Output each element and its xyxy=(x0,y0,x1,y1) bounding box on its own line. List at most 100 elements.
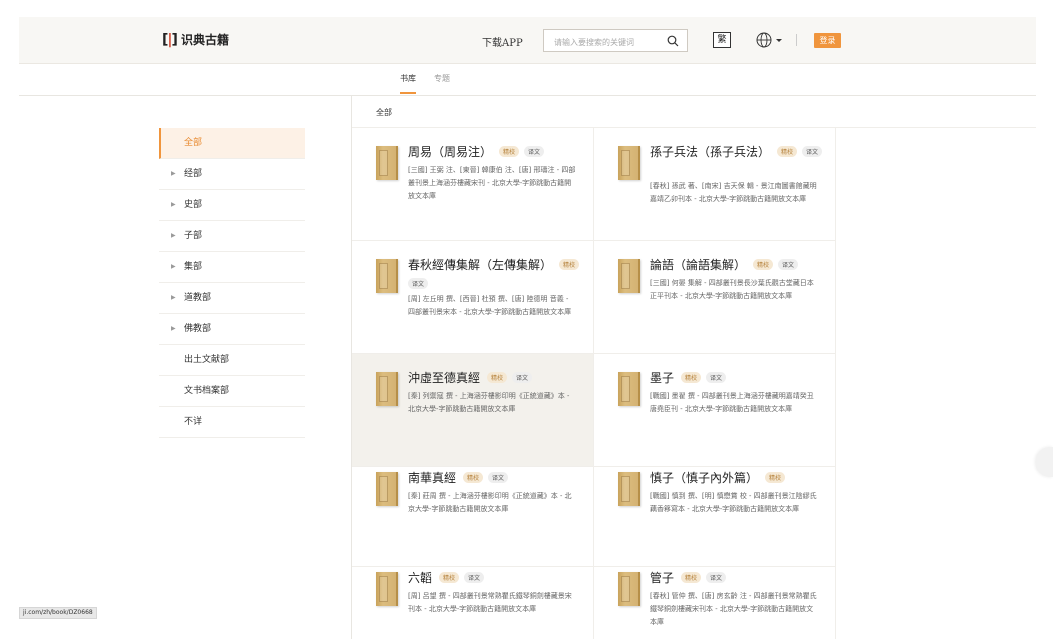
book-description: [戰國] 慎到 撰、[明] 慎懋賞 校 - 四部叢刊景江陰繆氏藕香簃寫本 - 北… xyxy=(650,492,817,513)
language-globe-icon[interactable] xyxy=(755,30,783,50)
book-card[interactable]: 周易（周易注） 精校 译文 [三國] 王弼 注、[東晉] 韓康伯 注、[唐] 邢… xyxy=(352,128,594,241)
proofread-tag: 精校 xyxy=(681,572,702,583)
logo-text: 识典古籍 xyxy=(180,33,229,47)
proofread-tag: 精校 xyxy=(487,372,508,383)
book-description: [秦] 莊周 撰 - 上海涵芬樓影印明《正統道藏》本 - 北京大學-字節跳動古籍… xyxy=(408,492,572,513)
book-cover-icon xyxy=(618,146,640,180)
search-icon[interactable] xyxy=(667,35,679,47)
book-description: [三國] 何晏 集解 - 四部叢刊景長沙葉氏觀古堂藏日本正平刊本 - 北京大學-… xyxy=(650,279,814,300)
translation-tag: 译文 xyxy=(802,146,823,157)
book-description: [周] 呂望 撰 - 四部叢刊景常熟瞿氏鐵琴銅劍樓藏景宋刊本 - 北京大學-字節… xyxy=(408,592,572,613)
proofread-tag: 精校 xyxy=(463,472,484,483)
site-logo[interactable]: [|] 识典古籍 xyxy=(162,31,229,48)
book-cover-icon xyxy=(618,259,640,293)
book-cover-icon xyxy=(376,572,398,606)
caret-right-icon: ▶ xyxy=(171,294,176,301)
sidebar-item-label: 子部 xyxy=(184,231,203,241)
sidebar-item-shi[interactable]: ▶ 史部 xyxy=(159,190,305,221)
book-card[interactable]: 墨子 精校 译文 [戰國] 墨翟 撰 - 四部叢刊景上海涵芬樓藏明嘉靖癸丑唐堯臣… xyxy=(594,354,836,467)
book-card[interactable]: 管子 精校 译文 [春秋] 管仲 撰、[唐] 房玄齡 注 - 四部叢刊景常熟瞿氏… xyxy=(594,554,836,639)
sidebar-item-all[interactable]: 全部 xyxy=(159,128,305,159)
book-title-row: 墨子 精校 译文 xyxy=(650,369,823,386)
traditional-chinese-toggle[interactable]: 繁 xyxy=(713,32,731,48)
sidebar-item-buddhist[interactable]: ▶ 佛教部 xyxy=(159,314,305,345)
book-cover-icon xyxy=(618,372,640,406)
book-card[interactable]: 沖虛至德真經 精校 译文 [秦] 列禦寇 撰 - 上海涵芬樓影印明《正統道藏》本… xyxy=(352,354,594,467)
book-card[interactable]: 六韜 精校 译文 [周] 呂望 撰 - 四部叢刊景常熟瞿氏鐵琴銅劍樓藏景宋刊本 … xyxy=(352,554,594,639)
sidebar-item-label: 史部 xyxy=(184,200,203,210)
book-title-row: 周易（周易注） 精校 译文 xyxy=(408,143,581,160)
proofread-tag: 精校 xyxy=(681,372,702,383)
proofread-tag: 精校 xyxy=(559,259,580,270)
book-cover-icon xyxy=(376,472,398,506)
tab-topics[interactable]: 专题 xyxy=(434,73,450,84)
book-title-row: 慎子（慎子內外篇） 精校 xyxy=(650,469,823,486)
caret-right-icon: ▶ xyxy=(171,232,176,239)
book-description: [三國] 王弼 注、[東晉] 韓康伯 注、[唐] 邢璹注 - 四部叢刊景上海涵芬… xyxy=(408,166,576,200)
header-divider xyxy=(796,34,797,46)
sidebar-item-label: 文书档案部 xyxy=(184,386,230,396)
sidebar-item-archives[interactable]: 文书档案部 xyxy=(159,376,305,407)
translation-tag: 译文 xyxy=(706,572,727,583)
caret-right-icon: ▶ xyxy=(171,263,176,270)
book-title-row: 六韜 精校 译文 xyxy=(408,569,581,586)
floating-side-tab[interactable] xyxy=(1036,447,1053,477)
search-box xyxy=(543,29,688,53)
sidebar-item-label: 出土文献部 xyxy=(184,355,230,365)
book-title: 春秋經傳集解（左傳集解） xyxy=(408,258,553,272)
login-button[interactable]: 登录 xyxy=(814,33,841,48)
breadcrumb: 全部 xyxy=(376,108,392,117)
sidebar-item-daoist[interactable]: ▶ 道教部 xyxy=(159,283,305,314)
book-cover-icon xyxy=(376,146,398,180)
book-card[interactable]: 春秋經傳集解（左傳集解） 精校 译文 [周] 左丘明 撰、[西晉] 杜預 撰、[… xyxy=(352,241,594,354)
sidebar-item-jing[interactable]: ▶ 经部 xyxy=(159,159,305,190)
sidebar-item-unknown[interactable]: 不详 xyxy=(159,407,305,438)
download-app-link[interactable]: 下载APP xyxy=(482,34,523,49)
main-tabs: 书库 专题 xyxy=(19,64,1036,96)
book-description: [戰國] 墨翟 撰 - 四部叢刊景上海涵芬樓藏明嘉靖癸丑唐堯臣刊 - 北京大學-… xyxy=(650,392,814,413)
sidebar-item-zi[interactable]: ▶ 子部 xyxy=(159,221,305,252)
proofread-tag: 精校 xyxy=(499,146,520,157)
book-cover-icon xyxy=(618,472,640,506)
book-title: 墨子 xyxy=(650,371,675,385)
book-title-row: 沖虛至德真經 精校 译文 xyxy=(408,369,581,386)
book-card[interactable]: 孫子兵法（孫子兵法） 精校 译文 [春秋] 孫武 著、[南宋] 吉天保 輯 - … xyxy=(594,128,836,241)
book-title: 六韜 xyxy=(408,571,433,585)
sidebar-item-excavated[interactable]: 出土文献部 xyxy=(159,345,305,376)
book-title: 周易（周易注） xyxy=(408,145,493,159)
sidebar-item-ji[interactable]: ▶ 集部 xyxy=(159,252,305,283)
caret-right-icon: ▶ xyxy=(171,170,176,177)
caret-right-icon: ▶ xyxy=(171,325,176,332)
book-title: 孫子兵法（孫子兵法） xyxy=(650,145,771,159)
book-title-row: 南華真經 精校 译文 xyxy=(408,469,581,486)
sidebar-item-label: 不详 xyxy=(184,417,203,427)
book-card[interactable]: 慎子（慎子內外篇） 精校 [戰國] 慎到 撰、[明] 慎懋賞 校 - 四部叢刊景… xyxy=(594,454,836,567)
translation-tag: 译文 xyxy=(488,472,509,483)
tab-library[interactable]: 书库 xyxy=(400,73,416,94)
translation-tag: 译文 xyxy=(524,146,545,157)
book-description: [周] 左丘明 撰、[西晉] 杜預 撰、[唐] 陸德明 音義 - 四部叢刊景宋本… xyxy=(408,295,572,316)
book-card[interactable]: 南華真經 精校 译文 [秦] 莊周 撰 - 上海涵芬樓影印明《正統道藏》本 - … xyxy=(352,454,594,567)
sidebar-item-label: 佛教部 xyxy=(184,324,212,334)
book-description: [春秋] 管仲 撰、[唐] 房玄齡 注 - 四部叢刊景常熟瞿氏鐵琴銅劍樓藏宋刊本… xyxy=(650,592,817,626)
translation-tag: 译文 xyxy=(464,572,485,583)
search-input[interactable] xyxy=(544,32,654,53)
translation-tag: 译文 xyxy=(512,372,533,383)
book-cover-icon xyxy=(376,259,398,293)
book-card[interactable]: 論語（論語集解） 精校 译文 [三國] 何晏 集解 - 四部叢刊景長沙葉氏觀古堂… xyxy=(594,241,836,354)
translation-tag: 译文 xyxy=(706,372,727,383)
book-title: 論語（論語集解） xyxy=(650,258,747,272)
status-bar-url: ji.com/zh/book/DZ0668 xyxy=(19,607,97,619)
book-title-row: 論語（論語集解） 精校 译文 xyxy=(650,256,823,273)
book-title: 沖虛至德真經 xyxy=(408,371,481,385)
proofread-tag: 精校 xyxy=(753,259,774,270)
sidebar-item-label: 经部 xyxy=(184,169,203,179)
book-title: 南華真經 xyxy=(408,471,457,485)
book-description: [秦] 列禦寇 撰 - 上海涵芬樓影印明《正統道藏》本 - 北京大學-字節跳動古… xyxy=(408,392,570,413)
book-cover-icon xyxy=(618,572,640,606)
book-title-row: 春秋經傳集解（左傳集解） 精校 译文 xyxy=(408,256,581,289)
translation-tag: 译文 xyxy=(778,259,799,270)
proofread-tag: 精校 xyxy=(439,572,460,583)
proofread-tag: 精校 xyxy=(777,146,798,157)
book-title: 慎子（慎子內外篇） xyxy=(650,471,759,485)
